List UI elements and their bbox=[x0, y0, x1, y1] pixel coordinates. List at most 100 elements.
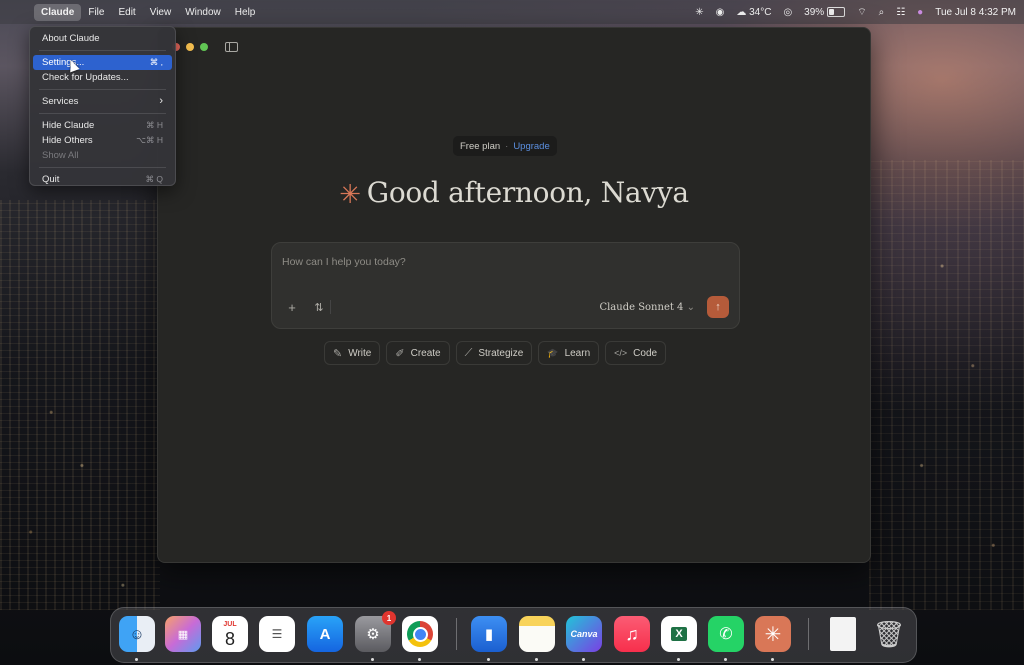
plan-badge: Free plan · Upgrade bbox=[453, 136, 557, 156]
plan-label: Free plan bbox=[460, 140, 501, 152]
menu-item-about[interactable]: About Claude bbox=[33, 31, 172, 46]
dock-separator bbox=[456, 618, 457, 650]
menu-window[interactable]: Window bbox=[178, 4, 228, 21]
menu-bar: Claude File Edit View Window Help ✳ ◉ ☁ … bbox=[0, 0, 1024, 24]
menu-item-hide-others[interactable]: Hide Others ⌥⌘ H bbox=[33, 133, 172, 148]
menu-item-label: Services bbox=[42, 96, 79, 107]
menu-item-services[interactable]: Services › bbox=[33, 94, 172, 109]
menu-edit[interactable]: Edit bbox=[111, 4, 142, 21]
menu-item-settings[interactable]: Settings... ⌘ , bbox=[33, 55, 172, 70]
graduation-cap-icon: 🎓 bbox=[547, 347, 559, 358]
menu-item-label: Hide Claude bbox=[42, 120, 95, 131]
document-icon[interactable] bbox=[825, 616, 861, 652]
dock: ☺ ▦ JUL 8 ☰ A ⚙ 1 ▮ Canva ♫ X ✆ ✳ 🗑 bbox=[110, 607, 917, 663]
shortcut-label: ⌘ H bbox=[146, 120, 163, 130]
running-indicator bbox=[582, 658, 585, 661]
excel-label: X bbox=[671, 627, 687, 641]
launchpad-icon[interactable]: ▦ bbox=[165, 616, 201, 652]
chip-label: Learn bbox=[564, 347, 591, 359]
control-center-icon[interactable]: ☷ bbox=[896, 7, 905, 18]
menu-item-quit[interactable]: Quit ⌘ Q bbox=[33, 172, 172, 187]
cloud-icon: ☁ bbox=[736, 6, 747, 18]
menu-help[interactable]: Help bbox=[228, 4, 263, 21]
menu-separator bbox=[39, 50, 166, 51]
running-indicator bbox=[724, 658, 727, 661]
battery-widget[interactable]: 39% bbox=[804, 7, 846, 18]
notification-badge: 1 bbox=[382, 611, 396, 625]
running-indicator bbox=[677, 658, 680, 661]
chrome-icon[interactable] bbox=[402, 616, 438, 652]
app-store-icon[interactable]: A bbox=[307, 616, 343, 652]
chip-label: Write bbox=[348, 347, 372, 359]
chevron-down-icon: ⌄ bbox=[686, 302, 695, 313]
suggestion-chips: ✎ Write ✐ Create ⟋ Strategize 🎓 Learn </> Cod… bbox=[324, 341, 667, 365]
shortcut-label: ⌘ Q bbox=[145, 174, 163, 184]
weather-widget[interactable]: ☁ 34°C bbox=[736, 7, 771, 18]
canva-label: Canva bbox=[570, 629, 598, 639]
claude-status-icon[interactable]: ✳ bbox=[695, 7, 703, 18]
menu-item-label: Show All bbox=[42, 150, 79, 161]
keynote-icon[interactable]: ▮ bbox=[471, 616, 507, 652]
message-input[interactable]: How can I help you today? bbox=[282, 256, 406, 268]
shortcut-label: ⌥⌘ H bbox=[136, 135, 163, 145]
menu-item-hide[interactable]: Hide Claude ⌘ H bbox=[33, 118, 172, 133]
clock[interactable]: Tue Jul 8 4:32 PM bbox=[935, 7, 1016, 18]
wifi-icon[interactable]: ⌔ bbox=[857, 6, 866, 19]
tools-settings-button[interactable]: ⇅ bbox=[309, 297, 329, 317]
menu-item-label: Quit bbox=[42, 174, 60, 185]
shortcut-label: ⌘ , bbox=[149, 57, 163, 67]
music-icon[interactable]: ♫ bbox=[614, 616, 650, 652]
model-selector[interactable]: Claude Sonnet 4 ⌄ bbox=[599, 302, 695, 313]
siri-icon[interactable]: ● bbox=[917, 7, 923, 18]
code-chip[interactable]: </> Code bbox=[605, 341, 667, 365]
greeting-text: Good afternoon, Navya bbox=[366, 176, 689, 209]
running-indicator bbox=[135, 658, 138, 661]
calendar-day: 8 bbox=[224, 628, 235, 649]
pencil-icon: ✎ bbox=[333, 347, 343, 360]
chip-label: Create bbox=[410, 347, 441, 359]
menu-item-show-all: Show All bbox=[33, 148, 172, 163]
finder-icon[interactable]: ☺ bbox=[119, 616, 155, 652]
system-settings-icon[interactable]: ⚙ 1 bbox=[355, 611, 396, 652]
record-icon[interactable]: ◉ bbox=[716, 7, 725, 18]
menu-item-check-updates[interactable]: Check for Updates... bbox=[33, 70, 172, 85]
menu-separator bbox=[39, 167, 166, 168]
chat-composer[interactable]: How can I help you today? + ⇅ Claude Son… bbox=[271, 242, 740, 329]
learn-chip[interactable]: 🎓 Learn bbox=[538, 341, 600, 365]
whatsapp-icon[interactable]: ✆ bbox=[708, 616, 744, 652]
menu-view[interactable]: View bbox=[143, 4, 179, 21]
model-name: Claude Sonnet 4 bbox=[599, 302, 684, 313]
strategize-chip[interactable]: ⟋ Strategize bbox=[455, 341, 533, 365]
window-controls bbox=[172, 43, 208, 51]
excel-icon[interactable]: X bbox=[661, 616, 697, 652]
notes-icon[interactable] bbox=[519, 616, 555, 652]
spotlight-search-icon[interactable]: ⌕ bbox=[879, 7, 885, 18]
user-icon[interactable]: ◎ bbox=[783, 7, 792, 18]
zoom-window-button[interactable] bbox=[200, 43, 208, 51]
greeting: ✳ Good afternoon, Navya bbox=[332, 176, 696, 210]
reminders-icon[interactable]: ☰ bbox=[259, 616, 295, 652]
calendar-icon[interactable]: JUL 8 bbox=[212, 616, 248, 652]
send-button[interactable]: ↑ bbox=[707, 296, 729, 318]
menu-file[interactable]: File bbox=[81, 4, 111, 21]
running-indicator bbox=[371, 658, 374, 661]
add-attachment-button[interactable]: + bbox=[282, 297, 302, 317]
trash-icon[interactable]: 🗑 bbox=[871, 616, 907, 652]
claude-app-icon[interactable]: ✳ bbox=[755, 616, 791, 652]
claude-window: Free plan · Upgrade ✳ Good afternoon, Nav… bbox=[157, 27, 871, 563]
sidebar-toggle-icon[interactable] bbox=[225, 42, 238, 52]
minimize-window-button[interactable] bbox=[186, 43, 194, 51]
running-indicator bbox=[487, 658, 490, 661]
write-chip[interactable]: ✎ Write bbox=[324, 341, 381, 365]
running-indicator bbox=[771, 658, 774, 661]
status-area: ✳ ◉ ☁ 34°C ◎ 39% ⌔ ⌕ ☷ ● Tue Jul 8 4:32 … bbox=[695, 0, 1016, 24]
menu-item-label: Hide Others bbox=[42, 135, 93, 146]
claude-spark-icon: ✳ bbox=[339, 180, 361, 210]
running-indicator bbox=[535, 658, 538, 661]
dock-separator bbox=[808, 618, 809, 650]
create-chip[interactable]: ✐ Create bbox=[386, 341, 450, 365]
claude-app-menu: About Claude Settings... ⌘ , Check for Up… bbox=[29, 26, 176, 186]
upgrade-link[interactable]: Upgrade bbox=[513, 141, 549, 152]
canva-icon[interactable]: Canva bbox=[566, 616, 602, 652]
menu-claude[interactable]: Claude bbox=[34, 3, 82, 21]
